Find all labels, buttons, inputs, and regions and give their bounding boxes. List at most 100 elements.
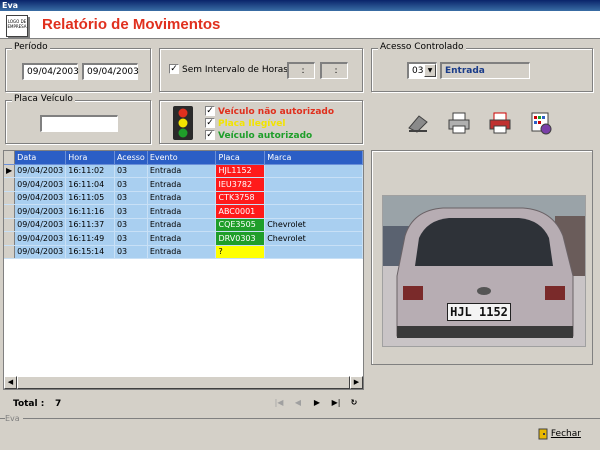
previous-record-icon[interactable]: ◀ <box>290 396 306 410</box>
cell-evento[interactable]: Entrada <box>147 191 217 205</box>
cell-placa[interactable]: HJL1152 <box>215 164 266 178</box>
table-row[interactable]: 09/04/2003 16:11:04 03 Entrada IEU3782 <box>4 177 363 192</box>
cell-data[interactable]: 09/04/2003 <box>14 218 67 232</box>
placa-input[interactable] <box>40 115 118 132</box>
table-row[interactable]: 09/04/2003 16:11:49 03 Entrada DRV0303 Chevro… <box>4 231 363 246</box>
cell-acesso[interactable]: 03 <box>114 164 148 178</box>
row-indicator[interactable] <box>4 204 16 219</box>
cell-acesso[interactable]: 03 <box>114 218 148 232</box>
cell-hora[interactable]: 16:11:16 <box>65 204 115 219</box>
movements-grid[interactable]: Data Hora Acesso Evento Placa Marca ▶ 09/… <box>3 150 364 390</box>
cell-placa[interactable]: ABC0001 <box>215 204 266 219</box>
cell-acesso[interactable]: 03 <box>114 177 148 192</box>
column-header-marca[interactable]: Marca <box>264 151 363 165</box>
legend-item-nao-autorizado[interactable]: ✓ Veículo não autorizado <box>205 106 334 117</box>
cell-acesso[interactable]: 03 <box>114 204 148 219</box>
row-indicator[interactable] <box>4 191 16 205</box>
cell-evento[interactable]: Entrada <box>147 245 217 259</box>
cell-placa[interactable]: CTK3758 <box>215 191 266 205</box>
time-from-field[interactable]: : <box>287 62 315 79</box>
cell-hora[interactable]: 16:15:14 <box>65 245 115 259</box>
cell-placa[interactable]: ? <box>215 245 266 259</box>
table-row[interactable]: 09/04/2003 16:11:16 03 Entrada ABC0001 <box>4 204 363 219</box>
refresh-icon[interactable]: ↻ <box>346 396 362 410</box>
cell-evento[interactable]: Entrada <box>147 218 217 232</box>
legend-checkbox[interactable]: ✓ <box>205 106 215 116</box>
column-header-acesso[interactable]: Acesso <box>114 151 148 165</box>
horizontal-scrollbar[interactable]: ◀ ▶ <box>4 376 363 389</box>
cell-evento[interactable]: Entrada <box>147 231 217 246</box>
cell-hora[interactable]: 16:11:02 <box>65 164 115 178</box>
cell-data[interactable]: 09/04/2003 <box>14 177 67 192</box>
sem-intervalo-checkbox[interactable]: ✓ <box>169 64 179 74</box>
legend-checkbox[interactable]: ✓ <box>205 130 215 140</box>
door-icon <box>538 428 548 439</box>
sem-intervalo-row[interactable]: ✓ Sem Intervalo de Horas <box>169 64 288 75</box>
close-label: Fechar <box>550 429 581 439</box>
footer-app-label: Eva <box>5 414 23 423</box>
legend-group: ✓ Veículo não autorizado ✓ Placa Ilegível … <box>159 100 363 144</box>
row-indicator[interactable] <box>4 245 16 259</box>
time-to-field[interactable]: : <box>320 62 348 79</box>
cell-hora[interactable]: 16:11:04 <box>65 177 115 192</box>
cell-marca[interactable] <box>264 191 363 205</box>
cell-placa[interactable]: IEU3782 <box>215 177 266 192</box>
close-button[interactable]: Fechar <box>532 424 592 444</box>
scroll-right-icon[interactable]: ▶ <box>350 376 363 389</box>
date-to-field[interactable]: 09/04/2003 <box>82 63 139 80</box>
cell-data[interactable]: 09/04/2003 <box>14 204 67 219</box>
cell-evento[interactable]: Entrada <box>147 177 217 192</box>
cell-acesso[interactable]: 03 <box>114 191 148 205</box>
cell-acesso[interactable]: 03 <box>114 231 148 246</box>
scroll-left-icon[interactable]: ◀ <box>4 376 17 389</box>
placa-label: Placa Veículo <box>12 94 75 104</box>
next-record-icon[interactable]: ▶ <box>309 396 325 410</box>
date-from-field[interactable]: 09/04/2003 <box>22 63 79 80</box>
row-indicator[interactable]: ▶ <box>4 164 16 178</box>
table-row[interactable]: 09/04/2003 16:11:37 03 Entrada CQE3505 Chevro… <box>4 218 363 232</box>
chevron-down-icon[interactable]: ▼ <box>424 64 436 77</box>
column-header-placa[interactable]: Placa <box>215 151 266 165</box>
cell-hora[interactable]: 16:11:37 <box>65 218 115 232</box>
table-row[interactable]: 09/04/2003 16:15:14 03 Entrada? <box>4 245 363 259</box>
first-record-icon[interactable]: |◀ <box>271 396 287 410</box>
print-preview-icon[interactable] <box>487 110 513 136</box>
chart-report-icon[interactable] <box>528 110 554 136</box>
cell-hora[interactable]: 16:11:05 <box>65 191 115 205</box>
cell-acesso[interactable]: 03 <box>114 245 148 259</box>
row-indicator[interactable] <box>4 231 16 246</box>
cell-hora[interactable]: 16:11:49 <box>65 231 115 246</box>
cell-data[interactable]: 09/04/2003 <box>14 164 67 178</box>
cell-data[interactable]: 09/04/2003 <box>14 191 67 205</box>
scroll-thumb[interactable] <box>17 376 350 389</box>
table-row[interactable]: 09/04/2003 16:11:05 03 Entrada CTK3758 <box>4 191 363 205</box>
cell-placa[interactable]: CQE3505 <box>215 218 266 232</box>
row-indicator[interactable] <box>4 218 16 232</box>
cell-evento[interactable]: Entrada <box>147 204 217 219</box>
legend-item-autorizado[interactable]: ✓ Veículo autorizado <box>205 130 312 141</box>
column-header-evento[interactable]: Evento <box>147 151 217 165</box>
header: LOGO DE EMPRESA Relatório de Movimentos <box>0 11 600 39</box>
cell-marca[interactable] <box>264 177 363 192</box>
cell-placa[interactable]: DRV0303 <box>215 231 266 246</box>
eraser-icon[interactable] <box>405 110 431 136</box>
row-indicator[interactable] <box>4 177 16 192</box>
cell-marca[interactable] <box>264 164 363 178</box>
cell-marca[interactable]: Chevrolet <box>264 218 363 232</box>
legend-item-ilegivel[interactable]: ✓ Placa Ilegível <box>205 118 285 129</box>
table-row[interactable]: ▶ 09/04/2003 16:11:02 03 Entrada HJL1152 <box>4 164 363 178</box>
cell-data[interactable]: 09/04/2003 <box>14 231 67 246</box>
horas-group: ✓ Sem Intervalo de Horas : : <box>159 48 363 92</box>
column-header-hora[interactable]: Hora <box>65 151 115 165</box>
legend-checkbox[interactable]: ✓ <box>205 118 215 128</box>
cell-evento[interactable]: Entrada <box>147 164 217 178</box>
cell-marca[interactable] <box>264 245 363 259</box>
last-record-icon[interactable]: ▶| <box>328 396 344 410</box>
printer-icon[interactable] <box>446 110 472 136</box>
placa-group: Placa Veículo <box>5 94 151 144</box>
legend-label: Placa Ilegível <box>218 118 286 129</box>
cell-marca[interactable]: Chevrolet <box>264 231 363 246</box>
cell-data[interactable]: 09/04/2003 <box>14 245 67 259</box>
cell-marca[interactable] <box>264 204 363 219</box>
column-header-data[interactable]: Data <box>14 151 67 165</box>
